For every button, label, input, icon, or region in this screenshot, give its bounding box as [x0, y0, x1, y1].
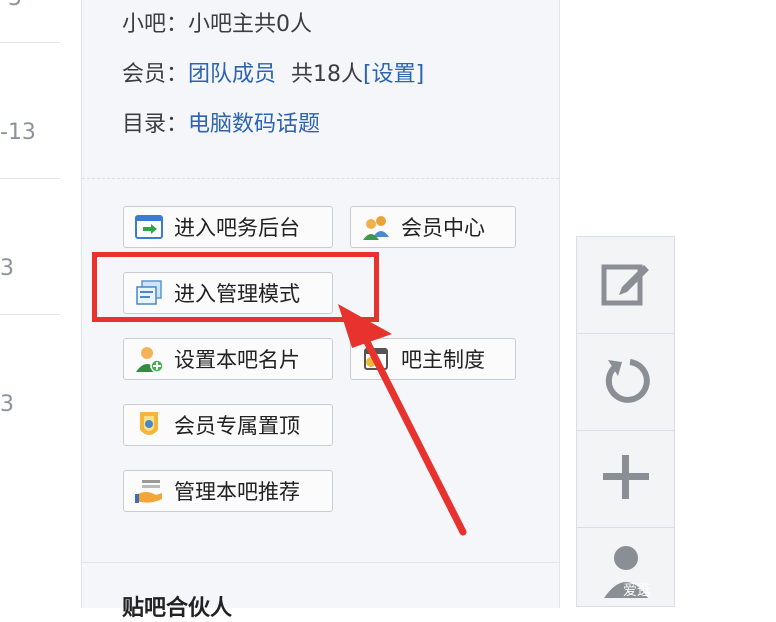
- member-center-button[interactable]: 会员中心: [350, 206, 516, 248]
- section-divider: [82, 178, 559, 179]
- list-divider: [0, 178, 60, 179]
- rules-icon: [361, 344, 391, 374]
- list-fragment: -5: [0, 0, 22, 11]
- admin-panel-icon: [134, 212, 164, 242]
- xiaoba-value: 小吧主共0人: [188, 12, 313, 37]
- list-fragment: 3: [0, 256, 14, 281]
- enter-admin-button[interactable]: 进入吧务后台: [123, 206, 333, 248]
- members-row: 会员：团队成员 共18人[设置]: [122, 56, 424, 88]
- xiaoba-label: 小吧：: [122, 12, 189, 37]
- xiaoba-row: 小吧：小吧主共0人: [122, 6, 312, 38]
- floating-toolbar: 爱逛: [576, 236, 675, 607]
- user-caption: 爱逛: [623, 583, 651, 599]
- compose-post-button[interactable]: [576, 236, 675, 334]
- member-pin-button[interactable]: 会员专属置顶: [123, 404, 333, 446]
- hand-recommend-icon: [134, 476, 164, 506]
- team-members-link[interactable]: 团队成员: [188, 62, 276, 87]
- member-pin-label: 会员专属置顶: [174, 414, 300, 438]
- directory-label: 目录：: [122, 112, 189, 137]
- member-count: 共18人: [291, 62, 364, 87]
- set-forum-card-label: 设置本吧名片: [174, 348, 300, 372]
- annotation-highlight-box: [92, 252, 379, 322]
- member-settings-link[interactable]: [设置]: [363, 62, 424, 87]
- directory-row: 目录：电脑数码话题: [122, 106, 320, 138]
- directory-link[interactable]: 电脑数码话题: [188, 112, 320, 137]
- add-button[interactable]: [576, 430, 675, 528]
- list-divider: [0, 42, 60, 43]
- plus-icon: [600, 451, 652, 507]
- left-list: -5 -13 3 3: [0, 0, 80, 608]
- list-fragment: -13: [0, 120, 36, 145]
- user-profile-button[interactable]: 爱逛: [576, 527, 675, 607]
- member-center-label: 会员中心: [401, 216, 485, 240]
- members-label: 会员：: [122, 62, 189, 87]
- medal-icon: [134, 410, 164, 440]
- partner-section-title: 贴吧合伙人: [122, 596, 233, 621]
- owner-rules-button[interactable]: 吧主制度: [350, 338, 516, 380]
- list-divider: [0, 314, 60, 315]
- enter-admin-label: 进入吧务后台: [174, 216, 300, 240]
- edit-icon: [600, 257, 652, 313]
- owner-rules-label: 吧主制度: [401, 348, 485, 372]
- members-icon: [361, 212, 391, 242]
- user-card-icon: [134, 344, 164, 374]
- list-fragment: 3: [0, 392, 14, 417]
- manage-recommend-button[interactable]: 管理本吧推荐: [123, 470, 333, 512]
- manage-recommend-label: 管理本吧推荐: [174, 480, 300, 504]
- section-divider: [82, 562, 559, 563]
- refresh-button[interactable]: [576, 333, 675, 431]
- set-forum-card-button[interactable]: 设置本吧名片: [123, 338, 333, 380]
- refresh-icon: [600, 354, 652, 410]
